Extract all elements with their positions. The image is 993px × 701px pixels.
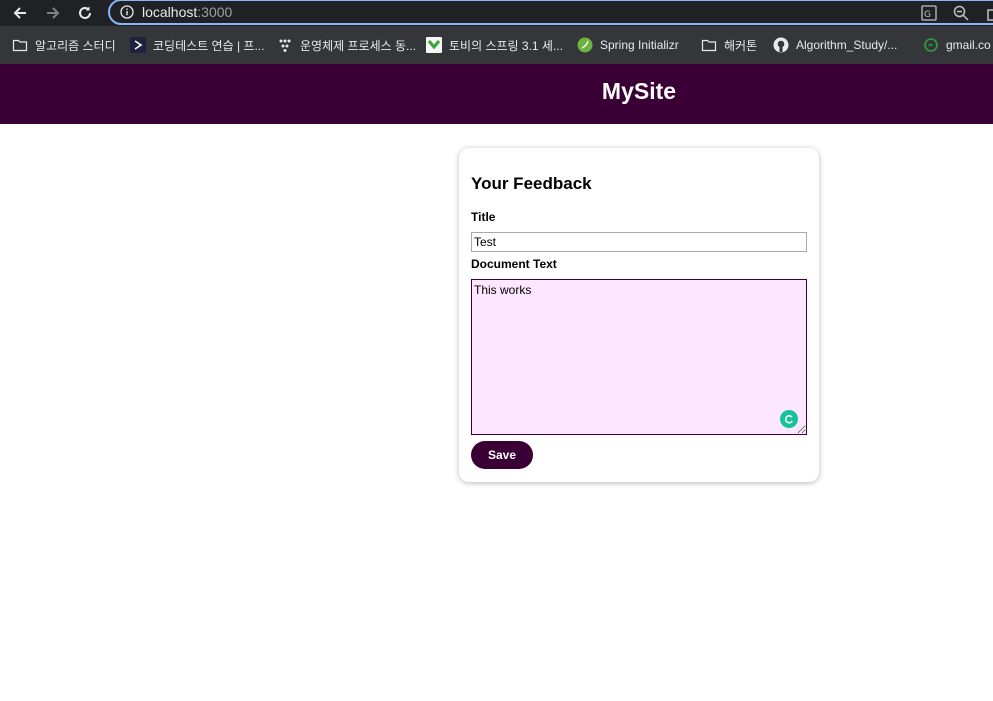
document-text-area[interactable]: This works <box>471 279 807 435</box>
url-text: localhost:3000 <box>142 4 232 20</box>
back-button[interactable] <box>10 3 30 23</box>
bookmark-gmail[interactable]: gmail.co <box>923 36 991 54</box>
address-bar[interactable]: localhost:3000 <box>108 0 993 25</box>
site-title[interactable]: MySite <box>602 78 676 105</box>
title-input[interactable] <box>471 232 807 252</box>
bookmark-algorithm-github[interactable]: Algorithm_Study/... <box>773 36 897 54</box>
bookmark-hackathon[interactable]: 해커톤 <box>701 36 757 54</box>
bookmarks-bar: 알고리즘 스터디 코딩테스트 연습 | 프... 운영체제 프로세스 동... … <box>0 26 993 64</box>
share-icon[interactable] <box>984 4 993 22</box>
bookmark-label: 운영체제 프로세스 동... <box>300 38 417 53</box>
feedback-card: Your Feedback Title Document Text This w… <box>459 148 819 482</box>
url-host: localhost <box>142 4 198 20</box>
reload-button[interactable] <box>75 3 95 23</box>
translate-icon[interactable]: G <box>920 4 938 22</box>
bookmark-os-process[interactable]: 운영체제 프로세스 동... <box>277 36 416 54</box>
gmail-icon <box>924 38 938 52</box>
back-arrow-icon <box>13 7 26 19</box>
bookmark-label: Algorithm_Study/... <box>796 38 898 52</box>
green-bookmark-icon <box>426 37 442 53</box>
site-header: MySite <box>0 64 993 124</box>
reload-icon <box>79 6 91 19</box>
forward-arrow-icon <box>47 7 60 19</box>
browser-toolbar: localhost:3000 G <box>0 0 993 26</box>
github-icon <box>773 37 789 53</box>
grammarly-glyph <box>784 414 793 424</box>
folder-icon <box>12 39 28 52</box>
spring-icon <box>577 37 593 53</box>
programmers-icon <box>130 37 146 53</box>
url-port: :3000 <box>197 4 233 20</box>
grammarly-icon[interactable] <box>780 410 798 428</box>
form-heading: Your Feedback <box>471 174 592 193</box>
bookmark-programmers[interactable]: 코딩테스트 연습 | 프... <box>130 36 264 54</box>
title-label: Title <box>471 210 496 224</box>
svg-text:G: G <box>924 10 931 20</box>
bookmark-label: 해커톤 <box>724 38 758 53</box>
save-button[interactable]: Save <box>471 441 533 469</box>
dots-icon <box>279 39 291 52</box>
forward-button[interactable] <box>43 3 63 23</box>
bookmark-label: 코딩테스트 연습 | 프... <box>153 38 265 53</box>
info-icon[interactable] <box>120 5 134 19</box>
bookmark-label: 알고리즘 스터디 <box>35 38 116 53</box>
bookmark-algorithm-study[interactable]: 알고리즘 스터디 <box>12 36 116 54</box>
bookmark-toby-spring[interactable]: 토비의 스프링 3.1 세... <box>426 36 563 54</box>
zoom-icon[interactable] <box>952 4 970 22</box>
folder-icon <box>701 39 717 52</box>
bookmark-label: gmail.co <box>946 38 991 52</box>
bookmark-label: 토비의 스프링 3.1 세... <box>449 38 563 53</box>
bookmark-label: Spring Initializr <box>600 38 679 52</box>
bookmark-spring-initializr[interactable]: Spring Initializr <box>577 36 679 54</box>
document-text-label: Document Text <box>471 257 557 271</box>
